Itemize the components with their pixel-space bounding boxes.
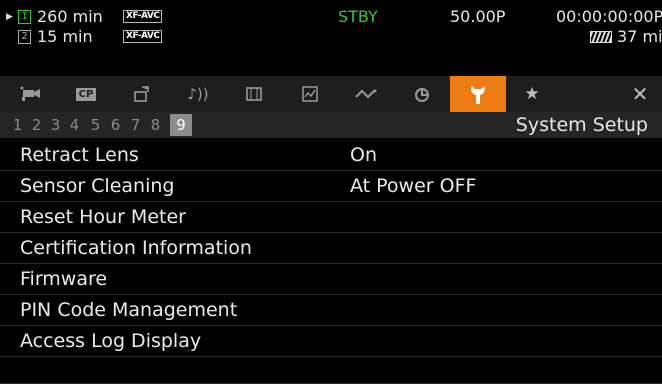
slot1-format: XF-AVC <box>123 10 163 23</box>
menu-item-retract-lens[interactable]: Retract Lens On <box>0 140 662 171</box>
tab-camera-setup[interactable] <box>2 76 58 112</box>
network-icon <box>355 89 377 99</box>
slot1-icon: 1 <box>18 10 31 24</box>
menu-item-label: Firmware <box>20 268 108 290</box>
section-title: System Setup <box>515 114 648 136</box>
menu-item-firmware[interactable]: Firmware <box>0 264 662 295</box>
tab-audio-setup[interactable]: ♪)) <box>170 76 226 112</box>
camera-setup-icon <box>20 86 40 101</box>
tab-recording-media[interactable] <box>394 76 450 112</box>
my-menu-star-icon: ★ <box>524 84 540 104</box>
battery-icon <box>590 31 612 43</box>
recording-setup-icon <box>134 86 149 102</box>
custom-picture-icon: CP <box>75 87 97 101</box>
menu-item-value: On <box>350 144 377 166</box>
menu-list: Retract Lens On Sensor Cleaning At Power… <box>0 140 662 384</box>
menu-item-value: At Power OFF <box>350 175 477 197</box>
wrench-icon <box>471 86 485 104</box>
frame-rate: 50.00P <box>450 7 506 26</box>
menu-tab-bar: CP ♪)) ★ ✕ <box>0 76 662 112</box>
assistance-icon <box>302 86 318 102</box>
slot2-icon: 2 <box>18 30 31 44</box>
timecode: 00:00:00:00P <box>556 7 662 26</box>
page-4[interactable]: 4 <box>65 112 84 138</box>
page-5[interactable]: 5 <box>86 112 105 138</box>
tab-my-menu[interactable]: ★ <box>504 76 560 112</box>
slot2-remaining: 15 min <box>37 27 93 46</box>
page-9[interactable]: 9 <box>170 114 192 136</box>
menu-item-label: Access Log Display <box>20 330 202 352</box>
slot1-remaining: 260 min <box>37 7 103 26</box>
page-7[interactable]: 7 <box>126 112 145 138</box>
page-8[interactable]: 8 <box>146 112 165 138</box>
menu-item-pin-code-management[interactable]: PIN Code Management <box>0 295 662 326</box>
recording-media-icon <box>415 88 429 102</box>
menu-item-label: Retract Lens <box>20 144 139 166</box>
page-1[interactable]: 1 <box>8 112 27 138</box>
mode-status: STBY <box>338 7 378 26</box>
menu-item-empty <box>0 357 662 384</box>
tab-system-setup[interactable] <box>450 76 506 112</box>
page-6[interactable]: 6 <box>106 112 125 138</box>
play-indicator-icon: ▶ <box>6 12 13 22</box>
menu-item-label: Sensor Cleaning <box>20 175 175 197</box>
page-2[interactable]: 2 <box>27 112 46 138</box>
tab-recording-setup[interactable] <box>114 76 170 112</box>
timecode-suffix: P <box>653 7 662 26</box>
tab-close[interactable]: ✕ <box>612 76 662 112</box>
menu-item-label: Reset Hour Meter <box>20 206 186 228</box>
status-bar: ▶ 1 260 min XF-AVC 2 15 min XF-AVC STBY … <box>0 0 662 72</box>
menu-item-label: Certification Information <box>20 237 252 259</box>
menu-item-reset-hour-meter[interactable]: Reset Hour Meter <box>0 202 662 233</box>
tab-display-setup[interactable] <box>226 76 282 112</box>
audio-setup-icon: ♪)) <box>187 85 209 103</box>
menu-item-certification-information[interactable]: Certification Information <box>0 233 662 264</box>
menu-item-access-log-display[interactable]: Access Log Display <box>0 326 662 357</box>
tab-custom-picture[interactable]: CP <box>58 76 114 112</box>
page-selector: 1 2 3 4 5 6 7 8 9 System Setup <box>0 112 662 138</box>
tab-assistance[interactable] <box>282 76 338 112</box>
menu-item-label: PIN Code Management <box>20 299 238 321</box>
menu-item-sensor-cleaning[interactable]: Sensor Cleaning At Power OFF <box>0 171 662 202</box>
display-setup-icon <box>246 87 262 101</box>
slot2-format: XF-AVC <box>123 30 163 43</box>
timecode-value: 00:00:00:00 <box>556 7 654 26</box>
page-3[interactable]: 3 <box>46 112 65 138</box>
close-icon: ✕ <box>631 82 649 106</box>
battery-remaining: 37 min <box>617 27 662 46</box>
tab-network[interactable] <box>338 76 394 112</box>
